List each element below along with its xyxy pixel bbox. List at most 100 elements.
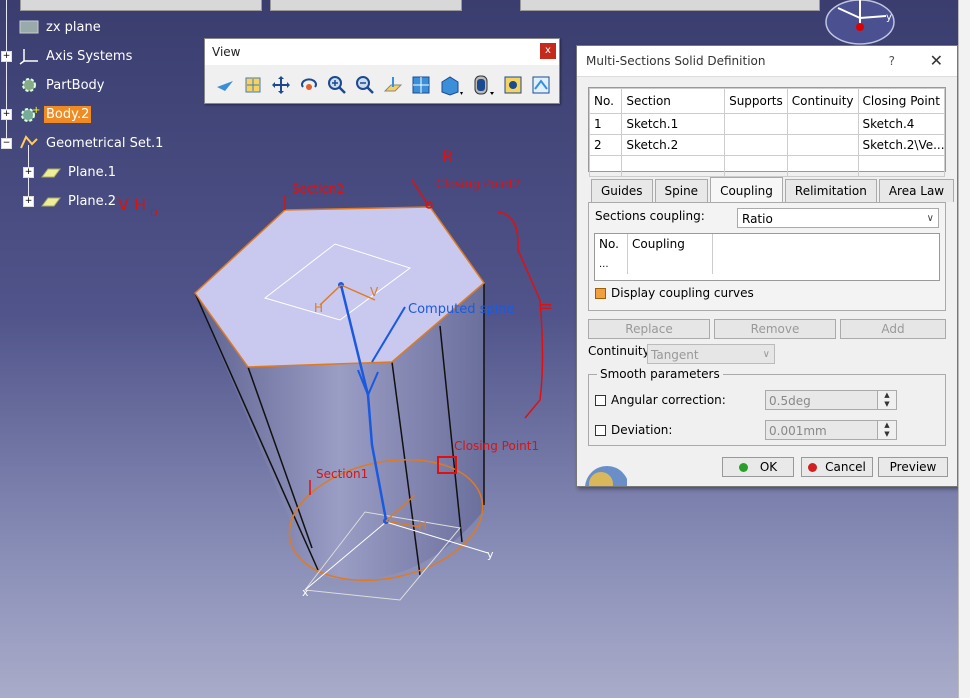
replace-button[interactable]: Replace xyxy=(588,319,710,339)
swap-visible-space-icon[interactable] xyxy=(529,73,553,97)
spin-arrows-icon[interactable]: ▲ ▼ xyxy=(877,421,896,439)
tab-coupling[interactable]: Coupling xyxy=(710,177,783,202)
h-axis-label-bottom: H xyxy=(418,519,427,533)
normal-view-icon[interactable] xyxy=(381,73,405,97)
table-cell: Sketch.2\Ve... xyxy=(857,134,946,156)
v-axis-label-top: V xyxy=(370,285,379,299)
table-row[interactable] xyxy=(588,155,946,177)
angular-correction-checkbox[interactable]: Angular correction: xyxy=(595,393,726,407)
checkbox-checked-icon xyxy=(595,288,606,299)
col-header: Continuity xyxy=(786,88,859,114)
table-cell: Sketch.1 xyxy=(621,113,726,135)
table-cell xyxy=(786,113,859,135)
continuity-label: Continuity: xyxy=(588,344,653,358)
model-viewport[interactable]: Section2 Closing Point2 R Computed spine… xyxy=(0,0,575,698)
add-button[interactable]: Add xyxy=(840,319,946,339)
smooth-parameters-group: Smooth parameters Angular correction: 0.… xyxy=(588,367,946,446)
display-coupling-curves-checkbox[interactable]: Display coupling curves xyxy=(595,286,754,300)
table-cell: Sketch.4 xyxy=(857,113,946,135)
rotate-icon[interactable] xyxy=(297,73,321,97)
col-header: Section xyxy=(621,88,726,114)
help-button[interactable]: ? xyxy=(889,46,895,76)
pan-icon[interactable] xyxy=(269,73,293,97)
continuity-select[interactable]: Tangent ∨ xyxy=(647,344,775,364)
angular-correction-value: 0.5deg xyxy=(769,394,811,408)
continuity-value: Tangent xyxy=(651,348,699,362)
compass-y-label: y xyxy=(886,12,892,23)
ok-button[interactable]: OK xyxy=(722,457,794,477)
tab-area-law[interactable]: Area Law xyxy=(878,179,955,202)
multi-view-icon[interactable] xyxy=(409,73,433,97)
remove-button[interactable]: Remove xyxy=(714,319,836,339)
coupling-panel: Sections coupling: Ratio ∨ No. Coupling … xyxy=(588,202,946,311)
x-axis-label: x xyxy=(302,586,309,599)
coupling-table[interactable]: No. Coupling ... xyxy=(594,233,940,281)
deviation-label: Deviation: xyxy=(611,423,673,437)
multi-sections-solid-dialog: Multi-Sections Solid Definition ? ✕ No. … xyxy=(576,45,958,487)
h-axis-label-top: H xyxy=(314,301,323,315)
checkbox-icon xyxy=(595,425,606,436)
d-annotation: D xyxy=(150,208,158,219)
tab-relimitation[interactable]: Relimitation xyxy=(784,179,877,202)
angular-correction-label: Angular correction: xyxy=(611,393,726,407)
zoom-out-icon[interactable] xyxy=(353,73,377,97)
r-annotation: R xyxy=(442,147,453,166)
table-cell: 2 xyxy=(588,134,623,156)
view-toolbar-title: View xyxy=(205,39,559,65)
ok-green-icon xyxy=(738,462,748,472)
right-scroll-strip xyxy=(958,0,970,698)
y-axis-label: y xyxy=(487,548,494,561)
hide-show-icon[interactable] xyxy=(501,73,525,97)
sections-coupling-select[interactable]: Ratio ∨ xyxy=(737,208,939,228)
display-coupling-curves-label: Display coupling curves xyxy=(611,286,754,300)
table-header-row: No. Coupling xyxy=(595,234,713,254)
angular-correction-input[interactable]: 0.5deg ▲ ▼ xyxy=(765,390,897,410)
table-cell xyxy=(724,134,788,156)
closing-point1-label: Closing Point1 xyxy=(454,439,539,453)
spin-arrows-icon[interactable]: ▲ ▼ xyxy=(877,391,896,409)
sections-table[interactable]: No. Section Supports Continuity Closing … xyxy=(588,87,946,177)
col-header: No. xyxy=(588,88,623,114)
sections-coupling-label: Sections coupling: xyxy=(595,209,705,223)
table-cell: ... xyxy=(595,254,628,274)
fit-all-icon[interactable] xyxy=(241,73,265,97)
col-header: Supports xyxy=(724,88,788,114)
table-header-row: No. Section Supports Continuity Closing … xyxy=(588,88,946,114)
close-button[interactable]: ✕ xyxy=(930,46,943,76)
col-header: Closing Point xyxy=(857,88,946,114)
checkbox-icon xyxy=(595,395,606,406)
catia-logo-icon xyxy=(585,466,627,486)
table-cell: 1 xyxy=(588,113,623,135)
zoom-in-icon[interactable] xyxy=(325,73,349,97)
tab-guides[interactable]: Guides xyxy=(591,179,653,202)
preview-button[interactable]: Preview xyxy=(878,457,948,477)
table-row[interactable]: 2 Sketch.2 Sketch.2\Ve... xyxy=(588,134,946,156)
computed-spine-label: Computed spine xyxy=(408,302,515,317)
cancel-button[interactable]: Cancel xyxy=(801,457,873,477)
deviation-checkbox[interactable]: Deviation: xyxy=(595,423,672,437)
tab-spine[interactable]: Spine xyxy=(654,179,709,202)
deviation-value: 0.001mm xyxy=(769,424,827,438)
closing-point2-label: Closing Point2 xyxy=(436,177,521,191)
view-toolbar-close-button[interactable]: x xyxy=(540,43,556,59)
compass-icon[interactable]: y xyxy=(820,0,900,48)
chevron-down-icon: ∨ xyxy=(762,349,770,360)
iso-view-icon[interactable] xyxy=(437,73,465,97)
vh-annotation: V H xyxy=(118,195,146,214)
col-header: No. xyxy=(595,234,628,254)
table-row[interactable]: ... xyxy=(595,254,713,274)
table-row[interactable]: 1 Sketch.1 Sketch.4 xyxy=(588,113,946,135)
table-cell xyxy=(724,113,788,135)
col-header: Coupling xyxy=(627,234,713,254)
deviation-input[interactable]: 0.001mm ▲ ▼ xyxy=(765,420,897,440)
section2-label: Section2 xyxy=(292,182,344,196)
shading-icon[interactable] xyxy=(469,73,497,97)
smooth-parameters-title: Smooth parameters xyxy=(597,367,723,381)
table-cell xyxy=(786,134,859,156)
equal-annotation: = xyxy=(538,296,553,317)
view-toolbar[interactable]: View x xyxy=(204,38,560,104)
table-cell: Sketch.2 xyxy=(621,134,726,156)
fly-mode-icon[interactable] xyxy=(213,73,237,97)
dialog-title: Multi-Sections Solid Definition xyxy=(577,46,957,77)
section1-label: Section1 xyxy=(316,467,368,481)
